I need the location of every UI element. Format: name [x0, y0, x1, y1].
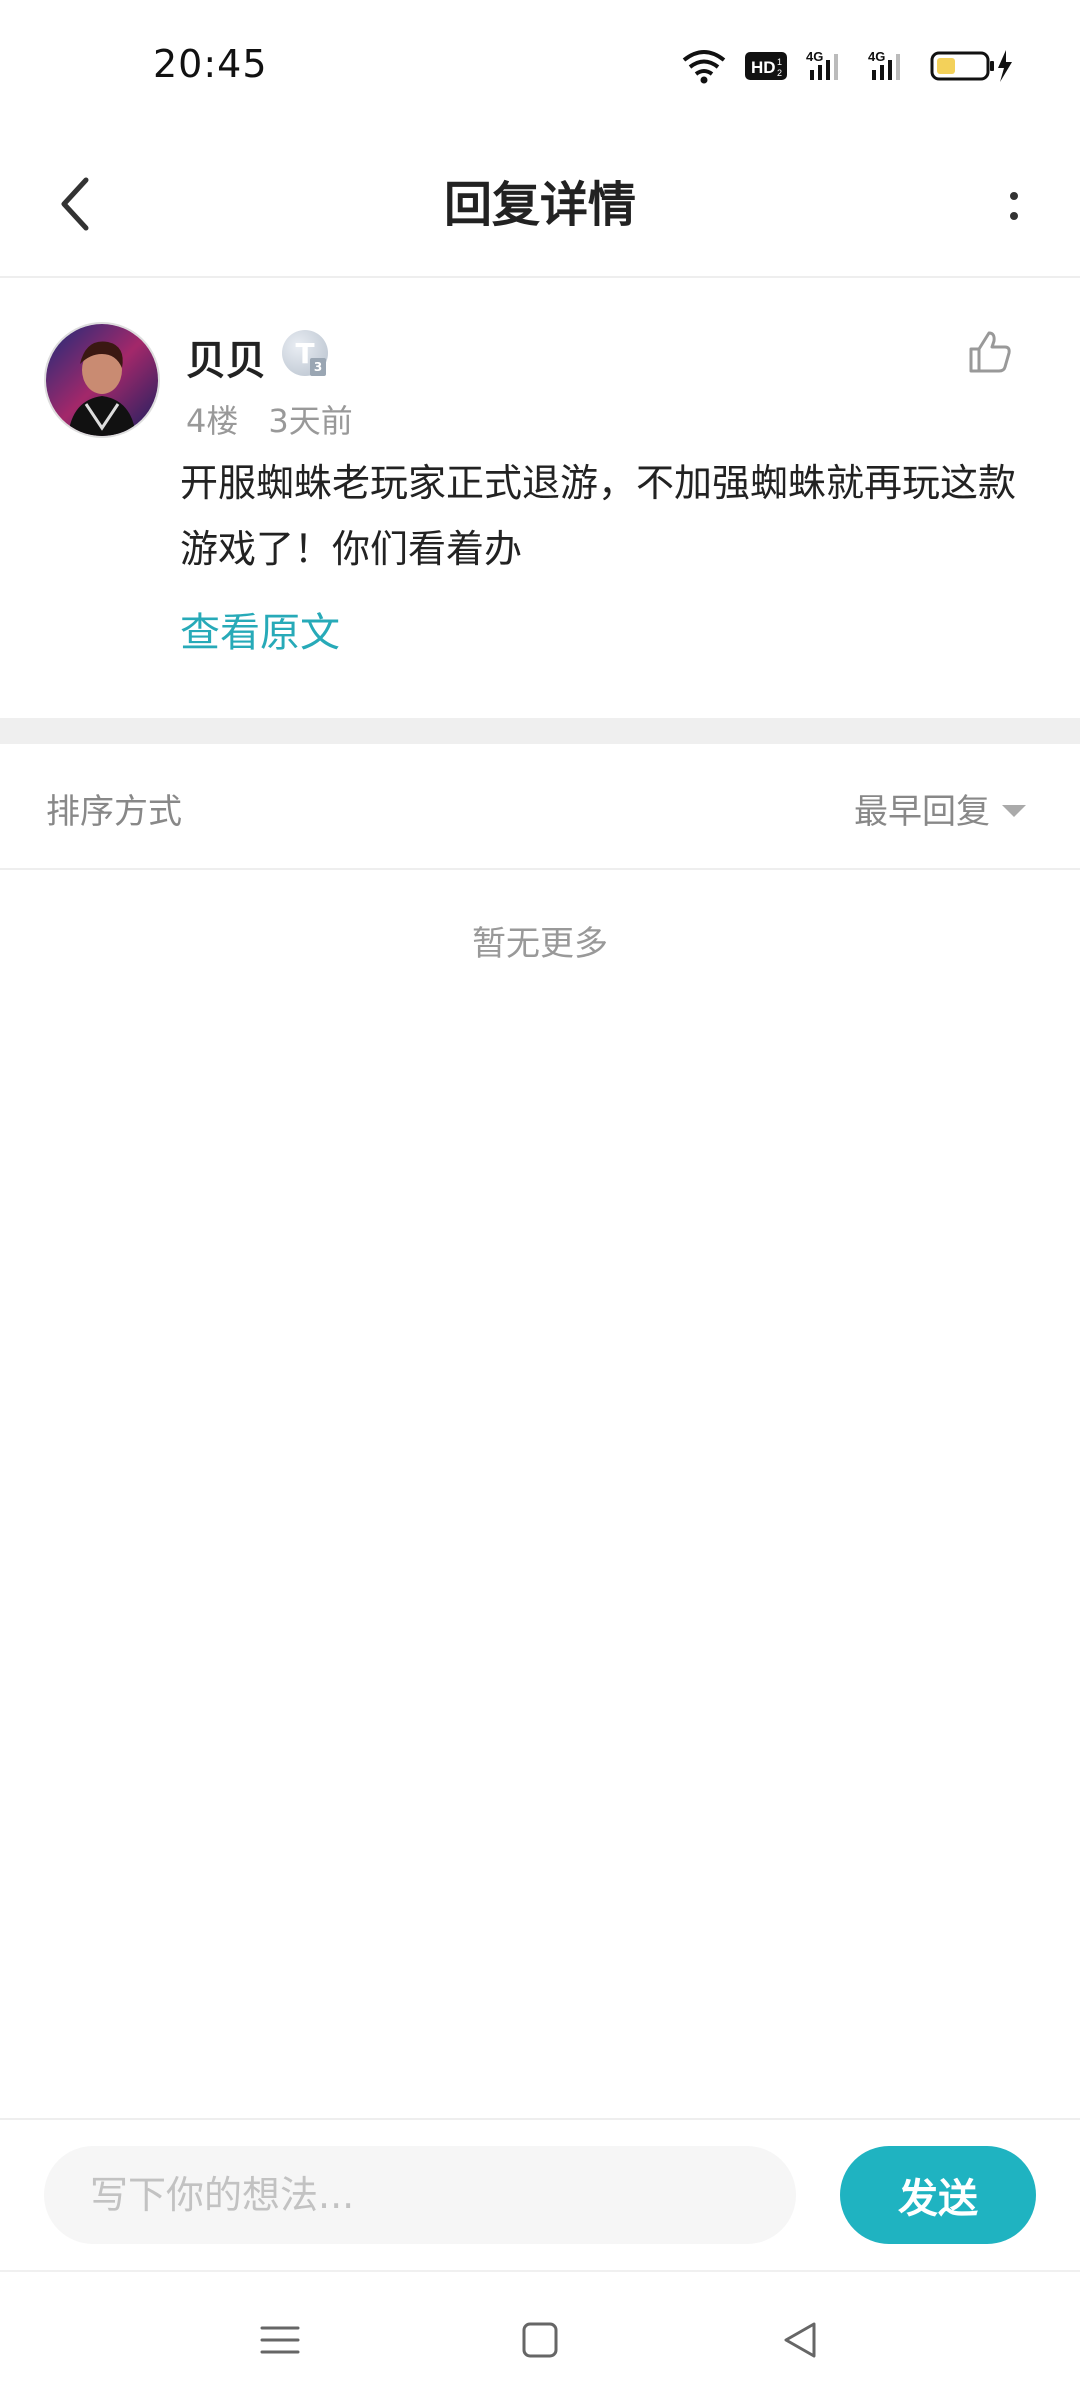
triangle-back-icon	[780, 2320, 820, 2364]
wifi-icon	[682, 48, 726, 84]
svg-text:4G: 4G	[806, 49, 823, 64]
system-navigation-bar	[0, 2270, 1080, 2400]
menu-icon	[260, 2320, 300, 2364]
sort-value-label: 最早回复	[854, 792, 990, 832]
top-app-bar: 回复详情	[0, 136, 1080, 278]
send-button[interactable]: 发送	[840, 2146, 1036, 2244]
more-vertical-icon	[1010, 192, 1018, 200]
reply-comment: 贝贝 T 3 4楼 3天前 开服蜘蛛老玩家正式退游，不加强蜘蛛就再玩这款游戏了！…	[0, 278, 1080, 718]
view-original-link[interactable]: 查看原文	[180, 600, 340, 658]
comment-time: 3天前	[268, 402, 353, 440]
signal-4g-icon: 4G	[806, 48, 850, 84]
menu-nav-button[interactable]	[240, 2302, 320, 2382]
back-nav-button[interactable]	[760, 2302, 840, 2382]
status-icons: HD 1 2 4G 4G	[682, 44, 1016, 88]
more-options-button[interactable]	[974, 166, 1054, 246]
status-time: 20:45	[153, 42, 268, 86]
like-button[interactable]	[960, 324, 1020, 384]
username[interactable]: 贝贝	[186, 328, 266, 386]
empty-list-text: 暂无更多	[472, 924, 608, 964]
sort-dropdown[interactable]: 最早回复	[854, 784, 1026, 833]
signal-4g-icon: 4G	[868, 48, 912, 84]
thumbs-up-icon	[967, 329, 1013, 379]
user-level-badge: T 3	[282, 330, 328, 376]
comment-text: 开服蜘蛛老玩家正式退游，不加强蜘蛛就再玩这款游戏了！你们看着办	[180, 461, 1017, 571]
svg-text:1: 1	[777, 57, 782, 67]
section-divider	[0, 718, 1080, 744]
reply-input-bar: 发送	[0, 2118, 1080, 2270]
battery-charging-icon	[930, 48, 1016, 84]
floor-number: 4楼	[186, 402, 239, 440]
home-nav-button[interactable]	[500, 2302, 580, 2382]
reply-input[interactable]	[44, 2146, 796, 2244]
status-bar: 20:45 HD 1 2 4G 4G	[0, 0, 1080, 136]
comment-meta: 4楼 3天前	[186, 396, 353, 442]
sort-row: 排序方式 最早回复	[0, 744, 1080, 870]
avatar[interactable]	[44, 322, 160, 438]
page-title: 回复详情	[443, 177, 636, 233]
reply-detail-screen: 20:45 HD 1 2 4G 4G 回复详情 贝贝 T 3 4楼 3天前 开服…	[0, 0, 1080, 2400]
svg-text:HD: HD	[751, 58, 776, 77]
hd-voice-icon: HD 1 2	[744, 48, 788, 84]
caret-down-icon	[1002, 804, 1026, 817]
square-icon	[520, 2320, 560, 2364]
sort-label: 排序方式	[46, 792, 182, 832]
level-badge-number: 3	[310, 358, 326, 376]
svg-text:4G: 4G	[868, 49, 885, 64]
svg-text:2: 2	[777, 68, 782, 78]
